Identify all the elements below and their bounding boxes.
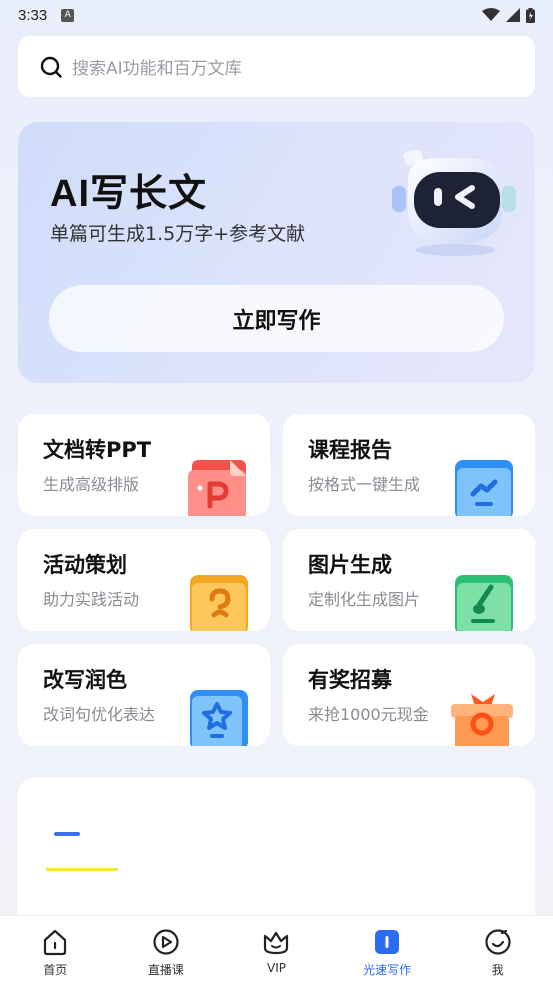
card-title: 课程报告 bbox=[308, 438, 392, 462]
status-icons bbox=[482, 7, 535, 23]
status-bar: 3:33 A bbox=[0, 0, 553, 30]
tab-fast-writing[interactable]: 光速写作 bbox=[332, 916, 443, 984]
gift-icon bbox=[451, 694, 513, 746]
hero-banner[interactable]: AI写长文 单篇可生成1.5万字+参考文献 立即写作 bbox=[18, 122, 535, 383]
card-activity-planning[interactable]: 活动策划 助力实践活动 bbox=[18, 529, 270, 631]
search-icon bbox=[40, 56, 62, 78]
card-subtitle: 来抢1000元现金 bbox=[308, 705, 429, 724]
writing-icon bbox=[375, 930, 400, 954]
card-reward-recruitment[interactable]: 有奖招募 来抢1000元现金 bbox=[283, 644, 535, 746]
crown-icon bbox=[264, 931, 289, 955]
search-input[interactable]: 搜索AI功能和百万文库 bbox=[72, 54, 242, 79]
card-title: 有奖招募 bbox=[308, 668, 392, 692]
card-title: 活动策划 bbox=[43, 553, 127, 577]
card-rewrite-polish[interactable]: 改写润色 改词句优化表达 bbox=[18, 644, 270, 746]
tab-live-class[interactable]: 直播课 bbox=[111, 916, 222, 984]
battery-icon bbox=[526, 7, 535, 23]
card-title: 文档转PPT bbox=[43, 438, 152, 462]
tab-label: 直播课 bbox=[147, 963, 184, 977]
wifi-icon bbox=[482, 8, 500, 21]
hero-title: AI写长文 bbox=[50, 173, 208, 215]
brush-icon bbox=[455, 575, 513, 631]
tab-label: VIP bbox=[266, 961, 286, 975]
chart-folder-icon bbox=[455, 460, 513, 516]
tab-label: 我 bbox=[491, 963, 504, 977]
card-doc-to-ppt[interactable]: 文档转PPT 生成高级排版 bbox=[18, 414, 270, 516]
search-bar[interactable]: 搜索AI功能和百万文库 bbox=[18, 36, 535, 97]
feed-highlight-line bbox=[46, 868, 118, 871]
signal-icon bbox=[506, 8, 520, 22]
activity-icon bbox=[190, 575, 248, 631]
notification-a-icon: A bbox=[61, 8, 75, 22]
card-subtitle: 改词句优化表达 bbox=[43, 705, 156, 724]
hero-subtitle: 单篇可生成1.5万字+参考文献 bbox=[50, 223, 306, 245]
tab-home[interactable]: 首页 bbox=[0, 916, 111, 984]
bottom-tab-bar: 首页 直播课 VIP 光速写作 我 bbox=[0, 915, 553, 984]
tab-vip[interactable]: VIP bbox=[221, 916, 332, 984]
card-image-generation[interactable]: 图片生成 定制化生成图片 bbox=[283, 529, 535, 631]
play-icon bbox=[153, 929, 179, 955]
tab-label: 光速写作 bbox=[363, 963, 412, 977]
feed-tab-indicator bbox=[54, 832, 80, 836]
write-now-button[interactable]: 立即写作 bbox=[49, 285, 504, 352]
card-subtitle: 生成高级排版 bbox=[43, 475, 140, 494]
card-subtitle: 定制化生成图片 bbox=[308, 590, 421, 609]
card-title: 改写润色 bbox=[43, 668, 127, 692]
ppt-icon bbox=[188, 460, 246, 516]
profile-icon bbox=[485, 929, 511, 955]
tab-me[interactable]: 我 bbox=[442, 916, 553, 984]
tab-label: 首页 bbox=[43, 963, 68, 977]
status-time: 3:33 bbox=[18, 6, 48, 24]
card-title: 图片生成 bbox=[308, 553, 392, 577]
home-icon bbox=[44, 929, 67, 956]
card-subtitle: 助力实践活动 bbox=[43, 590, 140, 609]
card-course-report[interactable]: 课程报告 按格式一键生成 bbox=[283, 414, 535, 516]
star-book-icon bbox=[190, 690, 248, 746]
robot-mascot-icon bbox=[392, 150, 516, 256]
card-subtitle: 按格式一键生成 bbox=[308, 475, 421, 494]
